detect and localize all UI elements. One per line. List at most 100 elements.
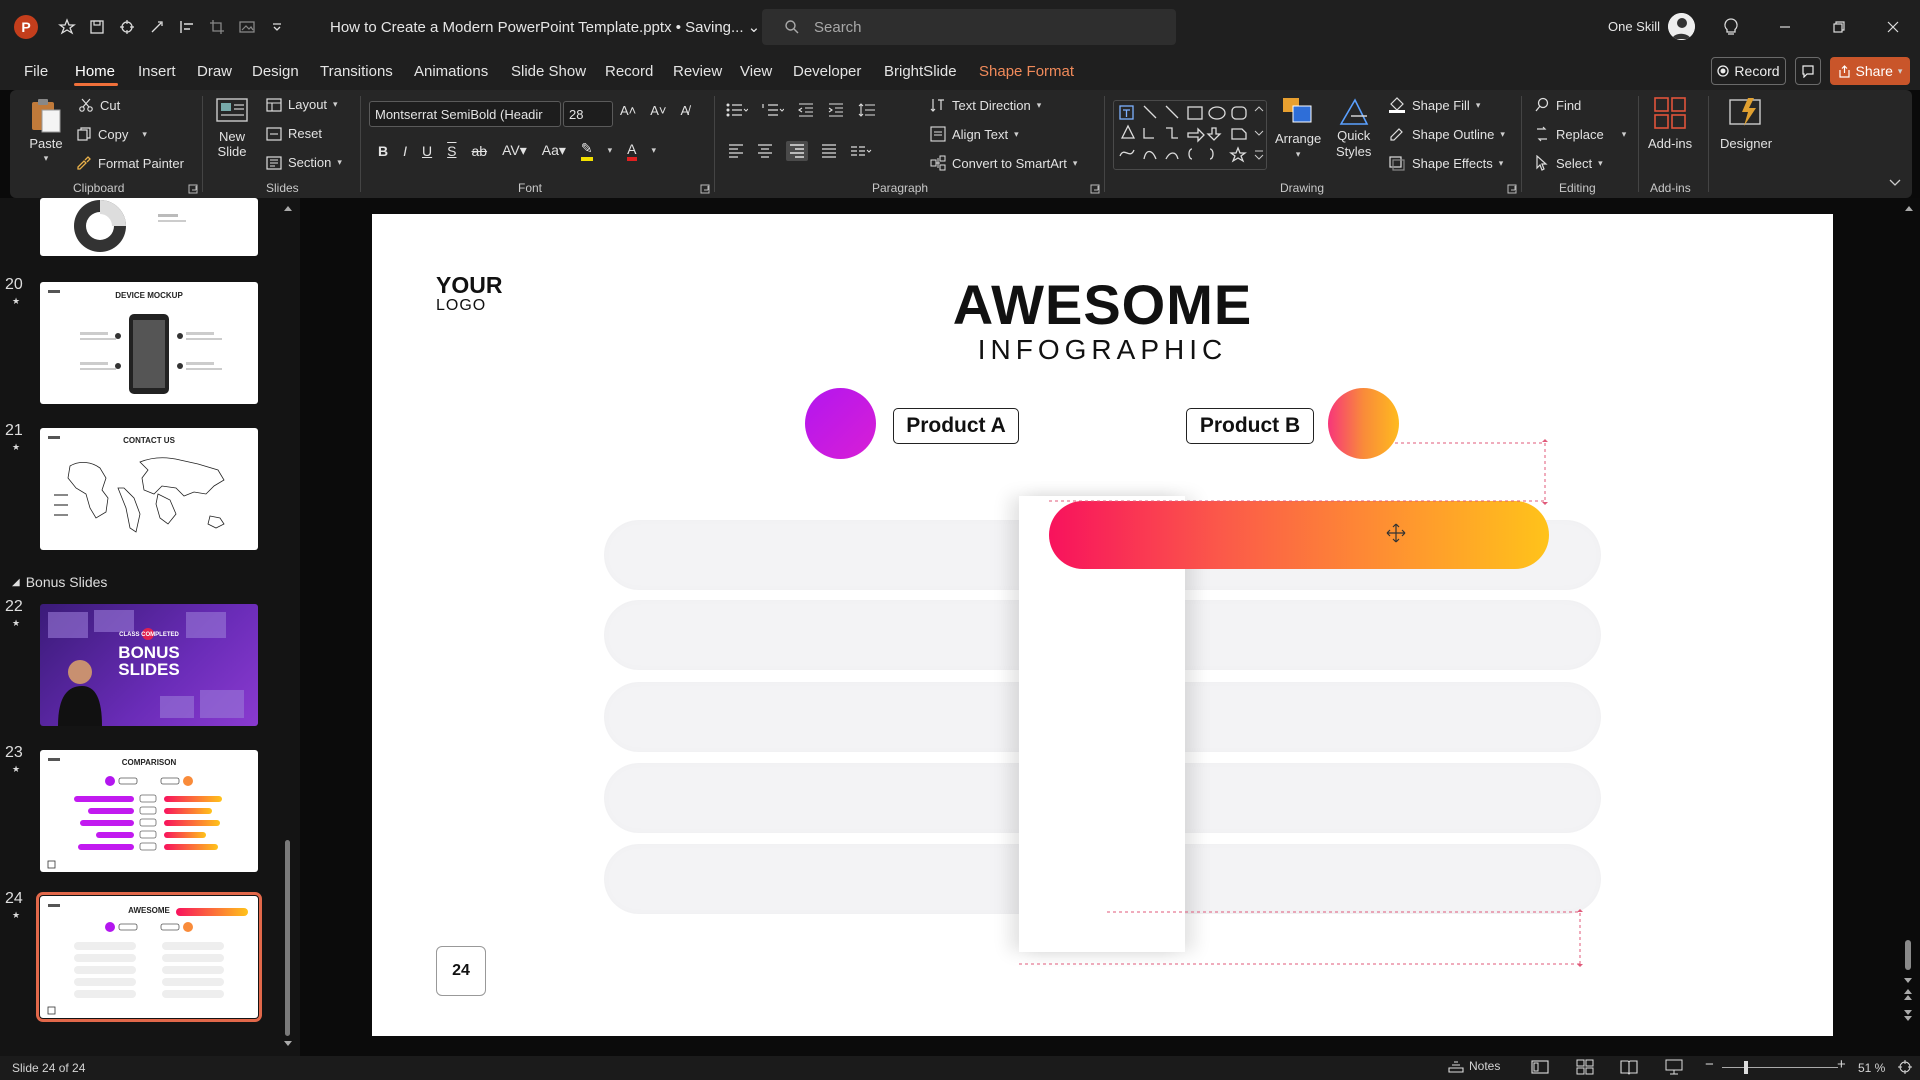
font-size-dropdown[interactable]: 28	[563, 101, 613, 127]
find-button[interactable]: Find	[1534, 97, 1581, 113]
normal-view-icon[interactable]	[1531, 1059, 1549, 1075]
slideshow-icon[interactable]	[1665, 1059, 1683, 1075]
search-box[interactable]: Search	[762, 9, 1176, 45]
format-painter-button[interactable]: Format Painter	[76, 155, 184, 171]
shapes-gallery-scroll[interactable]	[1253, 101, 1265, 167]
tab-view[interactable]: View	[740, 63, 772, 80]
shapes-gallery[interactable]	[1113, 100, 1267, 170]
section-bonus-slides[interactable]: ◢ Bonus Slides	[12, 574, 107, 590]
strikethrough-icon[interactable]: ab	[471, 143, 487, 159]
account-name[interactable]: One Skill	[1608, 19, 1660, 34]
undo-icon[interactable]	[112, 14, 142, 40]
tab-brightslide[interactable]: BrightSlide	[884, 63, 957, 80]
reading-view-icon[interactable]	[1620, 1059, 1638, 1075]
justify-icon[interactable]	[821, 144, 837, 158]
product-b-gradient-bar[interactable]	[1049, 501, 1549, 569]
chevron-down-icon[interactable]: ▾	[608, 145, 613, 156]
zoom-out-icon[interactable]: −	[1705, 1056, 1714, 1073]
decrease-font-size-icon[interactable]: A˅	[650, 103, 666, 118]
avatar[interactable]	[1668, 13, 1695, 40]
product-b-circle[interactable]	[1328, 388, 1399, 459]
picture-icon[interactable]	[232, 14, 262, 40]
product-b-label[interactable]: Product B	[1186, 408, 1314, 444]
record-button[interactable]: Record	[1711, 57, 1786, 85]
tab-slide-show[interactable]: Slide Show	[511, 63, 586, 80]
align-icon[interactable]	[172, 14, 202, 40]
tab-design[interactable]: Design	[252, 63, 299, 80]
slide-vertical-scrollbar[interactable]	[1905, 940, 1911, 970]
tab-review[interactable]: Review	[673, 63, 722, 80]
dialog-launcher-icon[interactable]	[188, 184, 198, 194]
cut-button[interactable]: Cut	[78, 97, 120, 113]
columns-icon[interactable]	[850, 144, 872, 158]
shape-outline-button[interactable]: Shape Outline ▾	[1388, 126, 1505, 142]
fit-to-window-icon[interactable]	[1897, 1059, 1913, 1075]
document-title[interactable]: How to Create a Modern PowerPoint Templa…	[330, 18, 760, 36]
scroll-up-icon[interactable]	[283, 204, 293, 212]
scroll-up-icon[interactable]	[1904, 204, 1914, 212]
decrease-indent-icon[interactable]	[798, 103, 814, 117]
align-right-icon[interactable]	[786, 141, 808, 161]
convert-smartart-button[interactable]: Convert to SmartArt ▾	[930, 155, 1077, 171]
tab-animations[interactable]: Animations	[414, 63, 488, 80]
change-case-icon[interactable]: Aa▾	[542, 142, 566, 159]
minimize-icon[interactable]	[1771, 14, 1799, 40]
lightbulb-icon[interactable]	[1717, 14, 1745, 40]
autosave-icon[interactable]	[52, 14, 82, 40]
bold-icon[interactable]: B	[378, 143, 388, 159]
bullets-icon[interactable]	[726, 103, 748, 117]
tab-transitions[interactable]: Transitions	[320, 63, 393, 80]
slide-title[interactable]: AWESOME	[372, 272, 1833, 337]
slide-subtitle[interactable]: INFOGRAPHIC	[372, 334, 1833, 366]
redo-icon[interactable]	[142, 14, 172, 40]
text-direction-button[interactable]: Text Direction ▾	[930, 97, 1041, 113]
chevron-down-icon[interactable]: ▾	[652, 145, 657, 156]
highlight-color-icon[interactable]: ✎	[580, 140, 593, 161]
font-family-dropdown[interactable]: Montserrat SemiBold (Headir	[369, 101, 561, 127]
slide-thumbnail-21[interactable]: CONTACT US	[40, 428, 258, 550]
crop-icon[interactable]	[202, 14, 232, 40]
select-button[interactable]: Select ▾	[1534, 155, 1603, 171]
add-ins-button[interactable]: Add-ins	[1648, 96, 1692, 151]
collapse-section-icon[interactable]: ◢	[12, 577, 20, 588]
layout-button[interactable]: Layout ▾	[266, 97, 338, 112]
share-button[interactable]: Share ▾	[1830, 57, 1910, 85]
tab-draw[interactable]: Draw	[197, 63, 232, 80]
product-a-circle[interactable]	[805, 388, 876, 459]
dialog-launcher-icon[interactable]	[1090, 184, 1100, 194]
slide-thumbnail-20[interactable]: DEVICE MOCKUP	[40, 282, 258, 404]
zoom-slider-thumb[interactable]	[1744, 1061, 1748, 1074]
dialog-launcher-icon[interactable]	[700, 184, 710, 194]
underline-icon[interactable]: U	[422, 143, 432, 159]
restore-icon[interactable]	[1825, 14, 1853, 40]
scroll-down-icon[interactable]	[283, 1040, 293, 1048]
save-icon[interactable]	[82, 14, 112, 40]
page-number-box[interactable]: 24	[436, 946, 486, 996]
customize-qat-icon[interactable]	[262, 14, 292, 40]
shape-fill-button[interactable]: Shape Fill ▾	[1388, 97, 1480, 113]
replace-button[interactable]: Replace ▾	[1534, 126, 1626, 142]
close-icon[interactable]	[1879, 14, 1907, 40]
dialog-launcher-icon[interactable]	[1507, 184, 1517, 194]
copy-button[interactable]: Copy ▾	[76, 126, 147, 142]
tab-insert[interactable]: Insert	[138, 63, 176, 80]
align-center-icon[interactable]	[757, 144, 773, 158]
line-spacing-icon[interactable]	[858, 103, 880, 117]
scroll-down-icon[interactable]	[1902, 976, 1914, 1028]
slide-thumbnail-24[interactable]: AWESOME	[36, 892, 262, 1022]
comments-button[interactable]	[1795, 57, 1821, 85]
current-slide[interactable]: YOUR LOGO AWESOME INFOGRAPHIC Product A …	[372, 214, 1833, 1036]
collapse-ribbon-icon[interactable]	[1888, 178, 1902, 188]
zoom-slider[interactable]	[1722, 1067, 1838, 1068]
thumbnail-scrollbar[interactable]	[285, 840, 290, 1036]
slide-thumbnail-23[interactable]: COMPARISON	[40, 750, 258, 872]
slide-thumbnail-22[interactable]: CLASS COMPLETED BONUS SLIDES	[40, 604, 258, 726]
paste-button[interactable]: Paste ▾	[28, 96, 64, 164]
font-color-icon[interactable]: A	[627, 141, 637, 161]
shape-effects-button[interactable]: Shape Effects ▾	[1388, 155, 1503, 171]
new-slide-button[interactable]: New Slide	[215, 97, 249, 160]
slide-thumbnail-19[interactable]	[40, 198, 258, 256]
numbering-icon[interactable]	[762, 103, 784, 117]
increase-font-size-icon[interactable]: A˄	[620, 103, 636, 118]
tab-shape-format[interactable]: Shape Format	[979, 63, 1074, 80]
